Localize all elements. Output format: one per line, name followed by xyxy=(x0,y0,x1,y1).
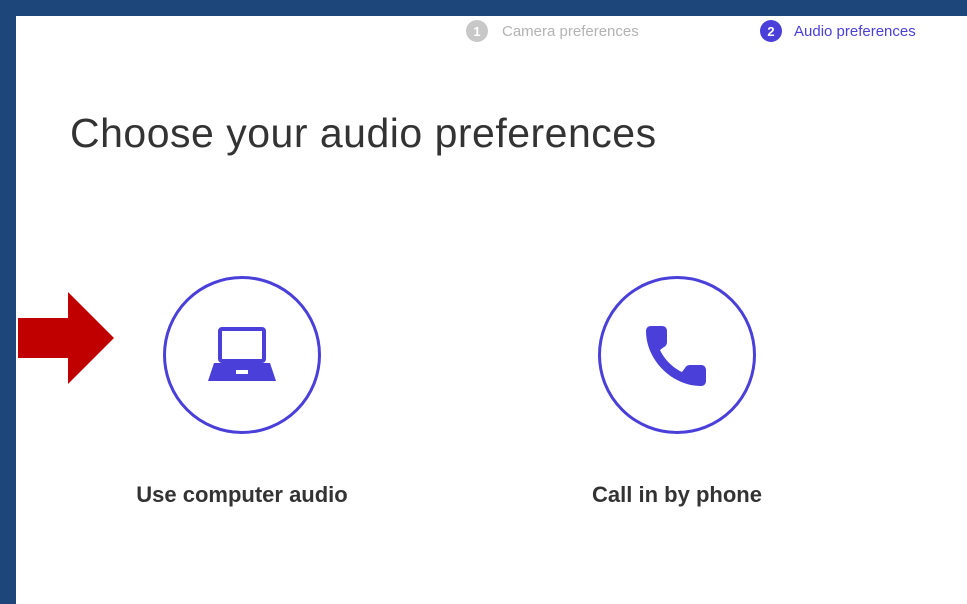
computer-audio-button[interactable] xyxy=(163,276,321,434)
page-title: Choose your audio preferences xyxy=(70,110,657,156)
option-label: Call in by phone xyxy=(592,482,762,507)
step-label: Camera preferences xyxy=(502,22,639,40)
step-indicator: 1 Camera preferences 2 Audio preferences xyxy=(16,16,967,46)
audio-preferences-panel: 1 Camera preferences 2 Audio preferences… xyxy=(16,16,967,604)
step-label: Audio preferences xyxy=(794,22,916,40)
step-audio-preferences[interactable]: 2 Audio preferences xyxy=(760,20,916,42)
laptop-icon xyxy=(208,327,276,381)
step-camera-preferences[interactable]: 1 Camera preferences xyxy=(466,20,639,42)
red-arrow-annotation xyxy=(18,292,114,384)
phone-icon xyxy=(646,326,706,386)
step-number-badge: 2 xyxy=(760,20,782,42)
step-number-badge: 1 xyxy=(466,20,488,42)
call-in-by-phone-option[interactable]: Call in by phone xyxy=(547,276,807,508)
phone-audio-button[interactable] xyxy=(598,276,756,434)
option-label: Use computer audio xyxy=(136,482,348,507)
use-computer-audio-option[interactable]: Use computer audio xyxy=(112,276,372,508)
